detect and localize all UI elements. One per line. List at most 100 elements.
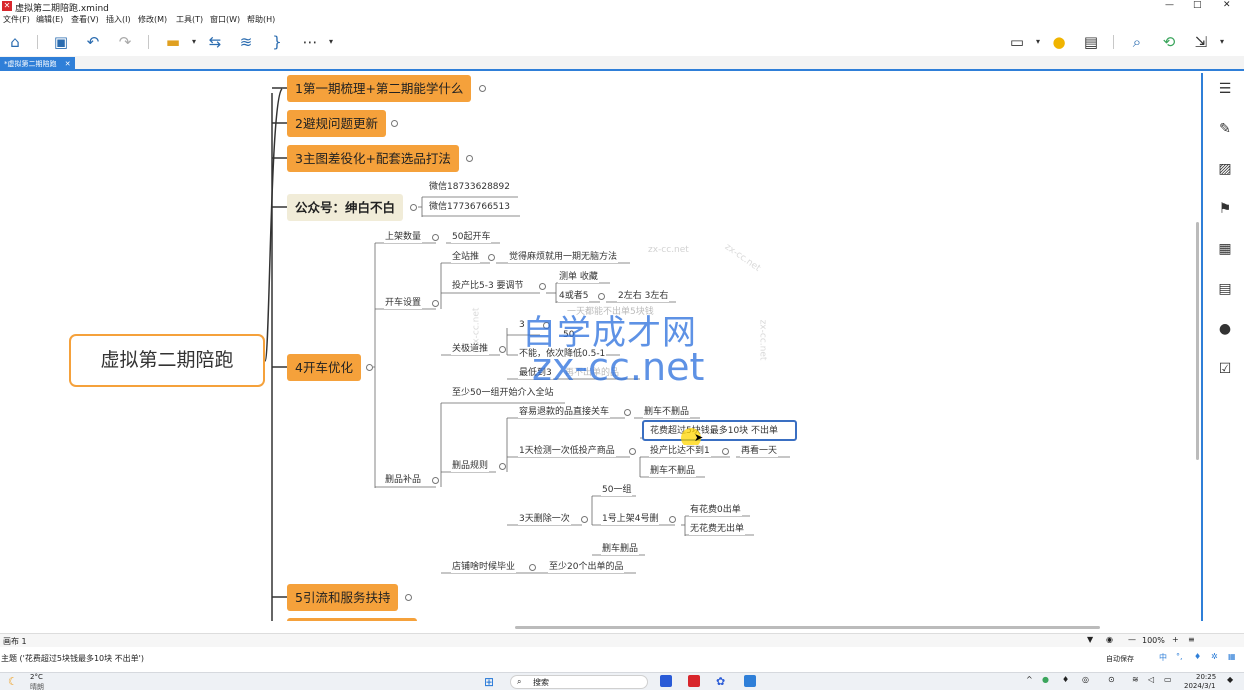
autosave-status[interactable]: 自动保存 <box>1106 654 1134 664</box>
search-icon[interactable]: ⌕ <box>1127 32 1147 52</box>
taskbar-search[interactable]: ⌕ 搜索 <box>510 675 648 689</box>
tray-mic-icon[interactable]: ♦ <box>1062 675 1069 684</box>
menu-file[interactable]: 文件(F) <box>3 14 30 25</box>
app-icon[interactable] <box>744 675 756 687</box>
collapse-toggle-icon[interactable] <box>432 300 439 307</box>
task-icon[interactable]: ☑ <box>1217 361 1233 377</box>
collapse-toggle-icon[interactable] <box>624 409 631 416</box>
collapse-toggle-icon[interactable] <box>391 120 398 127</box>
node-youhua[interactable]: 有花费0出单 <box>689 504 742 516</box>
node-quanzhan[interactable]: 全站推 <box>451 251 481 263</box>
minimize-button[interactable]: — <box>1165 0 1174 10</box>
collapse-toggle-icon[interactable] <box>529 564 536 571</box>
export-icon[interactable]: ⇲ <box>1191 32 1211 52</box>
topic-4[interactable]: 4开车优化 <box>287 354 361 381</box>
share-icon[interactable]: ⟲ <box>1159 32 1179 52</box>
topic-icon[interactable]: ▬ <box>163 32 183 52</box>
node-yitian[interactable]: 1天检测一次低投产商品 <box>518 445 616 457</box>
app-icon[interactable] <box>660 675 672 687</box>
notes-icon[interactable]: ▤ <box>1217 281 1233 297</box>
menu-view[interactable]: 查看(V) <box>71 14 99 25</box>
clock-date[interactable]: 2024/3/1 <box>1184 682 1215 690</box>
clock-time[interactable]: 20:25 <box>1196 673 1216 681</box>
node-wushi[interactable]: 50一组 <box>601 484 633 496</box>
notification-icon[interactable]: ◆ <box>1227 675 1233 684</box>
node-shangjia-value[interactable]: 50起开车 <box>451 231 492 243</box>
collapse-toggle-icon[interactable] <box>405 594 412 601</box>
marker-flag-icon[interactable]: ⚑ <box>1217 201 1233 217</box>
topic-5[interactable]: 5引流和服务扶持 <box>287 584 399 611</box>
node-hidden-1[interactable]: 一天都能不出单5块钱 <box>566 306 655 318</box>
node-ganche[interactable]: 删车不删品 <box>643 406 691 418</box>
tray-network-icon[interactable]: ◎ <box>1082 675 1089 684</box>
node-san[interactable]: 3 <box>518 319 526 331</box>
sheet-tab[interactable]: 画布 1 <box>3 636 27 647</box>
topic-6-partial[interactable] <box>287 618 417 621</box>
idea-bulb-icon[interactable]: ● <box>1049 32 1069 52</box>
node-hidden-2[interactable]: 再不出单的品 <box>564 367 620 379</box>
tray-ime-icon[interactable]: ⊙ <box>1108 675 1115 684</box>
xmind-app-icon[interactable] <box>688 675 700 687</box>
collapse-toggle-icon[interactable] <box>499 463 506 470</box>
node-touchan[interactable]: 投产比5-3 要调节 <box>451 280 525 292</box>
collapse-toggle-icon[interactable] <box>598 293 605 300</box>
menu-window[interactable]: 窗口(W) <box>210 14 240 25</box>
node-wu[interactable]: 50 <box>562 329 576 341</box>
zoom-in-button[interactable]: + <box>1172 635 1179 644</box>
relationship-icon[interactable]: ⇆ <box>205 32 225 52</box>
save-icon[interactable]: ▣ <box>51 32 71 52</box>
node-wuhua[interactable]: 无花费无出单 <box>689 523 746 535</box>
wechat-1[interactable]: 微信18733628892 <box>428 181 511 193</box>
node-huozhe[interactable]: 4或者5 <box>558 290 590 302</box>
collapse-toggle-icon[interactable] <box>466 155 473 162</box>
collapse-toggle-icon[interactable] <box>366 364 373 371</box>
zoom-level[interactable]: 100% <box>1142 636 1165 645</box>
node-guanji[interactable]: 关极道推 <box>451 343 490 355</box>
more-dropdown-icon[interactable]: ▾ <box>321 32 341 52</box>
node-zhishao50[interactable]: 至少50一组开始介入全站 <box>451 387 555 399</box>
close-button[interactable]: ✕ <box>1223 0 1231 10</box>
tab-close-icon[interactable]: ✕ <box>65 60 71 68</box>
outline-icon[interactable]: ☰ <box>1217 81 1233 97</box>
zoom-out-button[interactable]: — <box>1128 635 1136 644</box>
collapse-toggle-icon[interactable] <box>543 322 550 329</box>
node-buneng[interactable]: 不能，依次降低0.5-1 <box>518 348 607 360</box>
menu-help[interactable]: 帮助(H) <box>247 14 275 25</box>
collapse-toggle-icon[interactable] <box>722 448 729 455</box>
presentation-icon[interactable]: ▭ <box>1007 32 1027 52</box>
tray-icon[interactable]: ● <box>1042 675 1049 684</box>
node-kaiche[interactable]: 开车设置 <box>384 297 423 309</box>
more-icon[interactable]: ⋯ <box>300 32 320 52</box>
node-zaikan[interactable]: 再看一天 <box>740 445 779 457</box>
collapse-toggle-icon[interactable] <box>479 85 486 92</box>
start-button[interactable]: ⊞ <box>484 675 494 689</box>
menu-icon[interactable]: ≡ <box>1188 635 1195 644</box>
presentation-dropdown-icon[interactable]: ▾ <box>1028 32 1048 52</box>
export-dropdown-icon[interactable]: ▾ <box>1212 32 1232 52</box>
node-touchanbi[interactable]: 投产比达不到1 <box>649 445 711 457</box>
collapse-toggle-icon[interactable] <box>581 516 588 523</box>
eye-icon[interactable]: ◉ <box>1106 635 1113 644</box>
collapse-toggle-icon[interactable] <box>410 204 417 211</box>
collapse-toggle-icon[interactable] <box>539 283 546 290</box>
outline-view-icon[interactable]: ▤ <box>1081 32 1101 52</box>
font-icon[interactable]: ▦ <box>1217 241 1233 257</box>
node-santian[interactable]: 3天删除一次 <box>518 513 571 525</box>
node-yihao[interactable]: 1号上架4号删 <box>601 513 660 525</box>
node-dianpu[interactable]: 店铺啥时候毕业 <box>451 561 517 573</box>
wechat-2[interactable]: 微信17736766513 <box>428 201 511 213</box>
topic-1[interactable]: 1第一期梳理+第二期能学什么 <box>287 75 472 102</box>
comment-icon[interactable]: ● <box>1217 321 1233 337</box>
vertical-scrollbar[interactable] <box>1196 222 1199 460</box>
node-dianpu-value[interactable]: 至少20个出单的品 <box>548 561 625 573</box>
weather-icon[interactable]: ☾ <box>8 675 18 688</box>
topic-3[interactable]: 3主图差役化+配套选品打法 <box>287 145 459 172</box>
node-rongyi[interactable]: 容易退款的品直接关车 <box>518 406 611 418</box>
settings-icon[interactable]: ✲ <box>1211 652 1218 661</box>
grid-icon[interactable]: ▦ <box>1228 652 1236 661</box>
collapse-toggle-icon[interactable] <box>432 477 439 484</box>
collapse-toggle-icon[interactable] <box>669 516 676 523</box>
volume-icon[interactable]: ◁ <box>1148 675 1154 684</box>
maximize-button[interactable]: □ <box>1193 0 1202 10</box>
horizontal-scrollbar[interactable] <box>515 626 1100 629</box>
